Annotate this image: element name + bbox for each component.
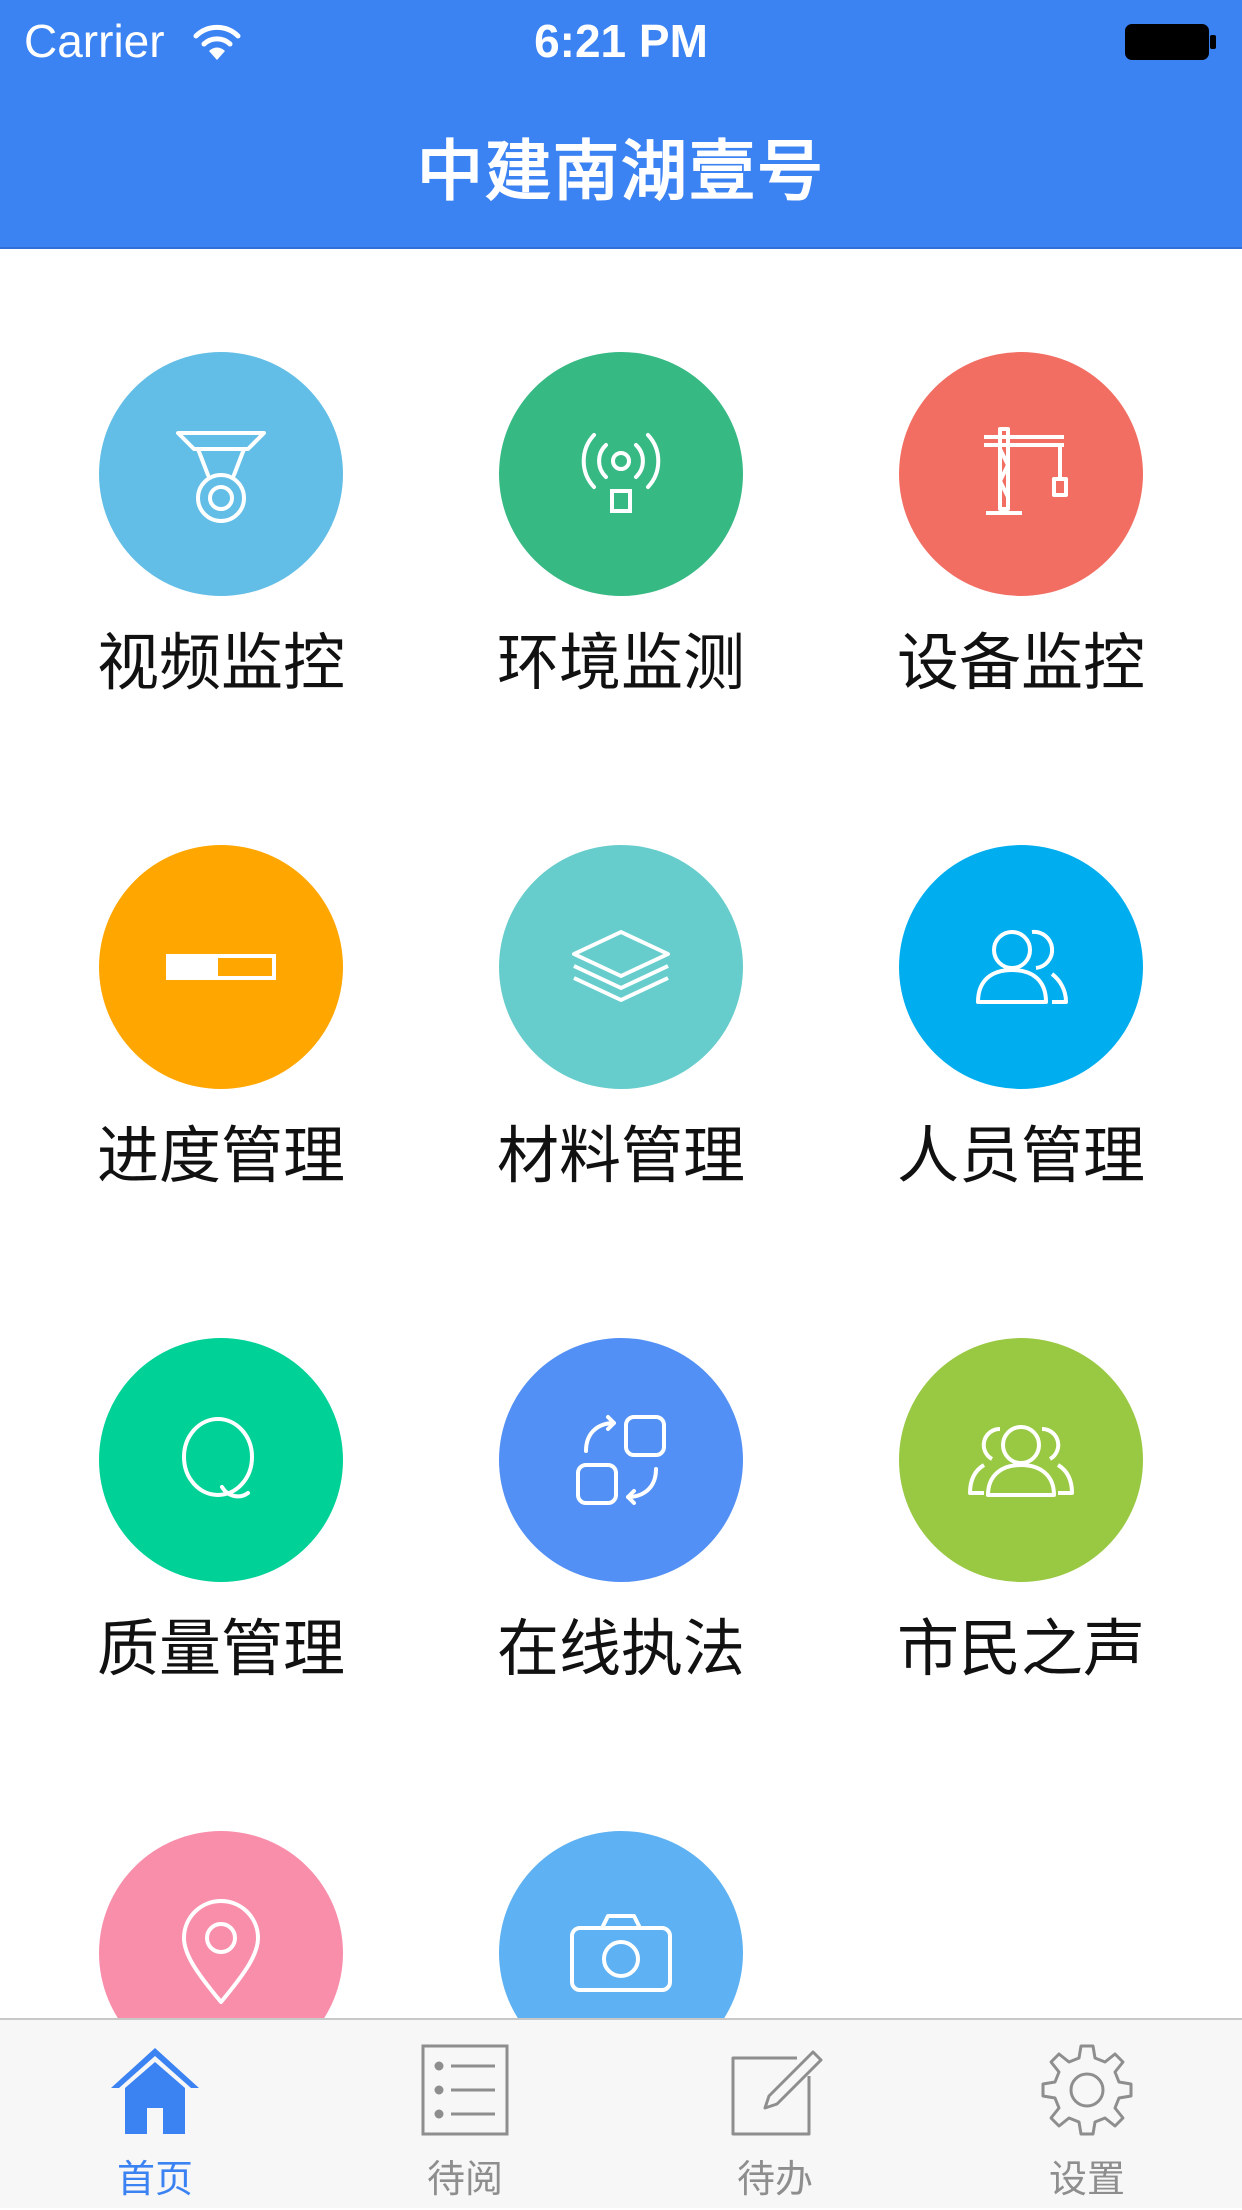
tile-personnel-management[interactable]: 人员管理 xyxy=(871,845,1171,1265)
broadcast-sensor-icon xyxy=(581,433,661,513)
progress-bar-icon xyxy=(166,954,276,980)
tile-label: 进度管理 xyxy=(96,1119,345,1192)
tile-circle xyxy=(499,1338,743,1582)
tile-online-enforcement[interactable]: 在线执法 xyxy=(471,1338,771,1758)
tile-citizen-voice[interactable]: 市民之声 xyxy=(871,1338,1171,1758)
layers-icon xyxy=(572,930,670,1002)
tile-progress-management[interactable]: 进度管理 xyxy=(71,845,371,1265)
status-time: 6:21 PM xyxy=(534,15,708,67)
feature-grid: 视频监控 环境监测 设备监控 进度管理 材料管理 人员管理 质量管理 在线执法 … xyxy=(0,249,1242,2018)
quality-q-icon xyxy=(182,1417,254,1499)
status-bar: Carrier 6:21 PM xyxy=(0,0,1242,84)
tile-circle xyxy=(99,845,343,1089)
battery-icon xyxy=(1125,24,1216,60)
swap-exchange-icon xyxy=(576,1415,666,1505)
tile-circle xyxy=(899,1338,1143,1582)
tile-camera[interactable] xyxy=(471,1831,771,2018)
tile-equipment-monitoring[interactable]: 设备监控 xyxy=(871,352,1171,772)
camera-icon xyxy=(570,1914,672,1992)
tower-crane-icon xyxy=(984,427,1068,515)
tile-label: 人员管理 xyxy=(896,1119,1145,1192)
tile-video-monitoring[interactable]: 视频监控 xyxy=(71,352,371,772)
tab-settings[interactable]: 设置 xyxy=(932,2020,1242,2210)
edit-icon xyxy=(731,2050,823,2136)
location-pin-icon xyxy=(182,1899,260,2004)
tile-circle xyxy=(99,1831,343,2018)
tile-label: 市民之声 xyxy=(896,1612,1145,1685)
tile-circle xyxy=(899,352,1143,596)
tile-location[interactable] xyxy=(71,1831,371,2018)
home-icon xyxy=(111,2048,199,2134)
group-icon xyxy=(968,1425,1074,1497)
tile-circle xyxy=(499,1831,743,2018)
tile-circle xyxy=(499,845,743,1089)
tile-material-management[interactable]: 材料管理 xyxy=(471,845,771,1265)
tile-label: 环境监测 xyxy=(496,626,745,699)
tab-label: 首页 xyxy=(116,2157,193,2201)
tile-circle xyxy=(99,1338,343,1582)
tile-label: 在线执法 xyxy=(496,1612,745,1685)
list-icon xyxy=(421,2044,509,2136)
users-icon xyxy=(976,929,1068,1004)
tab-label: 待办 xyxy=(736,2157,813,2201)
page-title: 中建南湖壹号 xyxy=(417,133,825,210)
tab-label: 设置 xyxy=(1048,2157,1125,2201)
tab-bar: 首页 待阅 待办 设置 xyxy=(0,2018,1242,2208)
tile-label: 质量管理 xyxy=(96,1612,345,1685)
tile-circle xyxy=(499,352,743,596)
tab-home[interactable]: 首页 xyxy=(0,2020,310,2210)
navigation-header: Carrier 6:21 PM 中建南湖壹号 xyxy=(0,0,1242,249)
cctv-camera-icon xyxy=(176,431,266,523)
tile-circle xyxy=(899,845,1143,1089)
tile-label: 材料管理 xyxy=(496,1119,745,1192)
tile-label: 视频监控 xyxy=(96,626,345,699)
tile-environment-monitoring[interactable]: 环境监测 xyxy=(471,352,771,772)
tab-to-read[interactable]: 待阅 xyxy=(310,2020,620,2210)
gear-icon xyxy=(1041,2044,1133,2136)
tile-circle xyxy=(99,352,343,596)
tab-to-do[interactable]: 待办 xyxy=(620,2020,930,2210)
tile-label: 设备监控 xyxy=(896,626,1145,699)
tile-quality-management[interactable]: 质量管理 xyxy=(71,1338,371,1758)
tab-label: 待阅 xyxy=(426,2157,503,2201)
